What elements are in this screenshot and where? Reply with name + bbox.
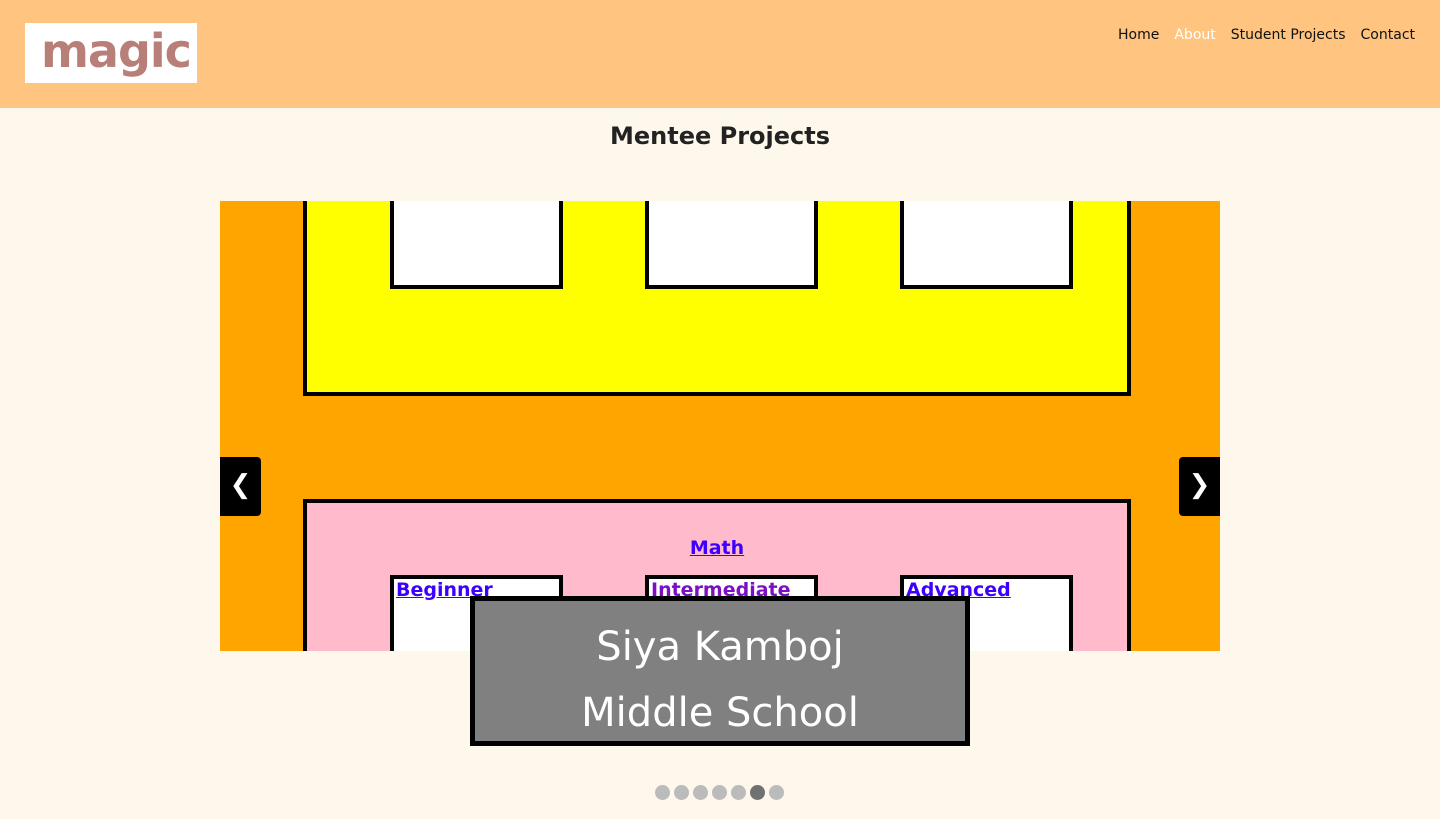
white-box [900,201,1073,289]
logo-wordmark: magic [41,24,192,78]
carousel-dot[interactable] [769,785,784,800]
carousel-dots [655,785,784,800]
page-title: Mentee Projects [609,122,831,150]
carousel-prev-button[interactable]: ❮ [220,457,261,516]
carousel-dot[interactable] [655,785,670,800]
yellow-panel [303,201,1131,396]
nav-contact[interactable]: Contact [1361,25,1415,45]
student-name: Siya Kamboj [596,624,844,670]
nav-student-projects[interactable]: Student Projects [1231,25,1346,45]
carousel-slide-image: Math Beginner Intermediate Advanced [220,201,1220,651]
magic-logo[interactable]: magic [25,23,197,83]
math-link[interactable]: Math [307,537,1127,559]
carousel-dot[interactable] [674,785,689,800]
nav-home[interactable]: Home [1118,25,1159,45]
main-nav: Home About Student Projects Contact [1118,25,1415,45]
student-school-level: Middle School [581,690,859,736]
site-header: magic Home About Student Projects Contac… [0,0,1440,108]
carousel-dot[interactable] [693,785,708,800]
carousel-dot-active[interactable] [750,785,765,800]
nav-about[interactable]: About [1174,25,1215,45]
white-box [645,201,818,289]
slide-caption: Siya Kamboj Middle School [470,596,970,746]
carousel-next-button[interactable]: ❯ [1179,457,1220,516]
white-box [390,201,563,289]
carousel-dot[interactable] [712,785,727,800]
carousel-dot[interactable] [731,785,746,800]
